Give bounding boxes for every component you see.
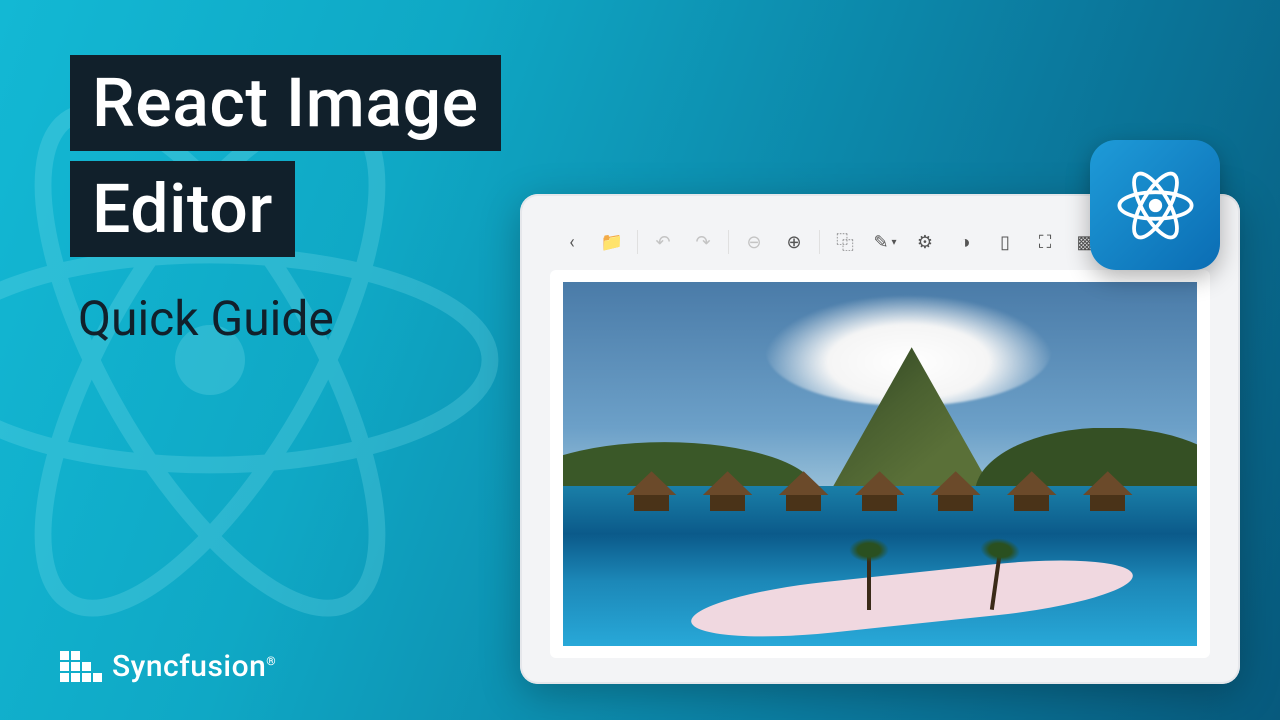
annotate-icon[interactable]: ✎▾ xyxy=(867,224,903,260)
brand-logo: Syncfusion® xyxy=(60,649,276,684)
chevron-down-icon: ▾ xyxy=(892,237,897,248)
brand-name: Syncfusion xyxy=(112,649,266,684)
frame-icon[interactable]: ▯ xyxy=(987,224,1023,260)
react-badge xyxy=(1090,140,1220,270)
editor-canvas[interactable] xyxy=(550,270,1210,658)
open-icon[interactable]: 📁 xyxy=(594,224,630,260)
subtitle: Quick Guide xyxy=(78,290,334,347)
headline-line-2: Editor xyxy=(70,161,295,257)
filter-icon[interactable]: ◑ xyxy=(947,224,983,260)
redo-icon: ↷ xyxy=(685,224,721,260)
resize-icon[interactable]: ⛶ xyxy=(1027,224,1063,260)
crop-icon[interactable]: ⿻ xyxy=(827,224,863,260)
finetune-icon[interactable]: ⚙ xyxy=(907,224,943,260)
zoom-in-icon[interactable]: ⊕ xyxy=(776,224,812,260)
react-logo-icon xyxy=(1108,158,1203,253)
toolbar-separator xyxy=(637,230,638,254)
toolbar-separator xyxy=(819,230,820,254)
toolbar-separator xyxy=(728,230,729,254)
headline-line-1: React Image xyxy=(70,55,501,151)
undo-icon: ↶ xyxy=(645,224,681,260)
headline: React Image Editor xyxy=(70,55,501,267)
brand-logo-icon xyxy=(60,651,102,682)
edited-image xyxy=(563,282,1197,647)
back-icon[interactable]: ‹ xyxy=(554,224,590,260)
zoom-out-icon: ⊖ xyxy=(736,224,772,260)
